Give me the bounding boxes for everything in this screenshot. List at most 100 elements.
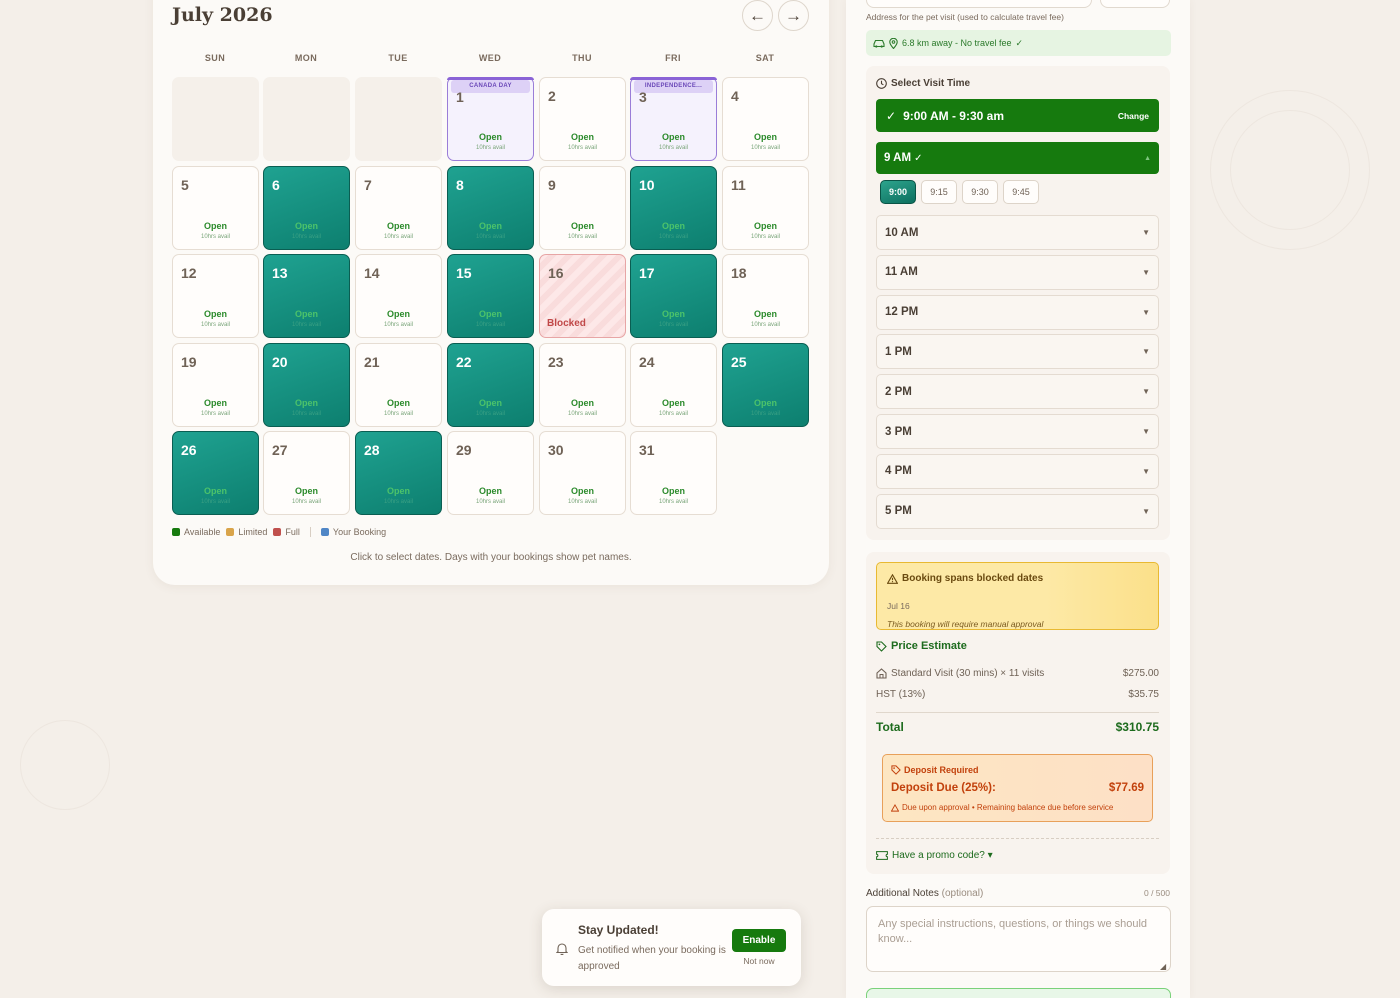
calendar-day[interactable]: 22 Open 10hrs avail [447, 343, 534, 427]
change-time-button[interactable]: Change [1118, 111, 1149, 121]
notes-counter: 0 / 500 [1144, 888, 1170, 898]
minute-option[interactable]: 9:00 [880, 180, 916, 204]
chevron-down-icon: ▼ [1142, 267, 1150, 277]
calendar-day[interactable]: INDEPENDENCE... 3 Open 10hrs avail [630, 77, 717, 161]
availability-status: Open [478, 132, 502, 142]
day-number: 28 [364, 442, 380, 458]
availability-status: Open [386, 309, 410, 319]
calendar-day[interactable]: 8 Open 10hrs avail [447, 166, 534, 250]
calendar-day[interactable]: 30 Open 10hrs avail [539, 431, 626, 515]
legend-label: Your Booking [332, 527, 387, 537]
hour-group-expanded[interactable]: 9 AM ✓ ▲ [876, 142, 1159, 174]
calendar-day[interactable]: 7 Open 10hrs avail [355, 166, 442, 250]
calendar-day[interactable]: 9 Open 10hrs avail [539, 166, 626, 250]
calendar-card: July 2026 ← → SUN MON TUE WED THU FRI SAT CANA… [153, 0, 829, 585]
visit-time-section: Select Visit Time ✓ 9:00 AM - 9:30 am Ch… [866, 66, 1170, 540]
hour-group[interactable]: 4 PM ▼ [876, 453, 1159, 489]
selected-time-bar: ✓ 9:00 AM - 9:30 am Change [876, 99, 1159, 132]
day-number: 26 [181, 442, 197, 458]
calendar-empty-cell [172, 77, 259, 161]
calendar-day[interactable]: 2 Open 10hrs avail [539, 77, 626, 161]
address-field[interactable] [866, 0, 1092, 8]
calendar-day[interactable]: 17 Open 10hrs avail [630, 254, 717, 338]
availability-status: Open [753, 309, 777, 319]
calendar-day: 16 Blocked [539, 254, 626, 338]
hours-available: 10hrs avail [567, 411, 597, 417]
deposit-label: Deposit Due (25%): [891, 782, 996, 794]
bell-icon [556, 943, 568, 955]
day-number: 24 [639, 354, 655, 370]
arrow-left-icon: ← [749, 6, 766, 25]
calendar-day[interactable]: 11 Open 10hrs avail [722, 166, 809, 250]
previous-month-button[interactable]: ← [742, 0, 773, 31]
availability-status: Open [386, 398, 410, 408]
calendar-day[interactable]: 14 Open 10hrs avail [355, 254, 442, 338]
availability-status: Open [203, 309, 227, 319]
visit-time-heading-text: Select Visit Time [891, 78, 971, 89]
notes-textarea[interactable] [866, 906, 1171, 972]
hours-available: 10hrs avail [291, 322, 321, 328]
minute-option[interactable]: 9:30 [962, 180, 998, 204]
calendar-day[interactable]: 24 Open 10hrs avail [630, 343, 717, 427]
day-number: 10 [639, 177, 655, 193]
next-month-button[interactable]: → [778, 0, 809, 31]
weekday-label: TUE [388, 53, 408, 63]
day-number: 12 [181, 265, 197, 281]
availability-status: Open [203, 221, 227, 231]
submit-booking-button[interactable] [866, 988, 1171, 998]
resize-handle-icon[interactable]: ◢ [1160, 962, 1166, 971]
dismiss-toast-button[interactable]: Not now [732, 956, 786, 966]
calendar-day[interactable]: 21 Open 10hrs avail [355, 343, 442, 427]
minute-option[interactable]: 9:45 [1003, 180, 1039, 204]
availability-status: Open [478, 486, 502, 496]
calendar-day[interactable]: 27 Open 10hrs avail [263, 431, 350, 515]
availability-status: Open [570, 486, 594, 496]
unit-field[interactable] [1100, 0, 1170, 8]
divider [876, 838, 1159, 839]
calendar-day[interactable]: 13 Open 10hrs avail [263, 254, 350, 338]
calendar-day[interactable]: 10 Open 10hrs avail [630, 166, 717, 250]
hour-group[interactable]: 1 PM ▼ [876, 334, 1159, 370]
enable-notifications-button[interactable]: Enable [732, 929, 786, 952]
calendar-day[interactable]: CANADA DAY 1 Open 10hrs avail [447, 77, 534, 161]
deposit-required: Deposit Required [891, 765, 979, 775]
calendar-day[interactable]: 6 Open 10hrs avail [263, 166, 350, 250]
chevron-down-icon: ▼ [1142, 506, 1150, 516]
promo-code-label: Have a promo code? ▾ [892, 850, 993, 861]
calendar-day[interactable]: 23 Open 10hrs avail [539, 343, 626, 427]
tax-amount: $35.75 [1128, 689, 1159, 700]
hours-available: 10hrs avail [383, 322, 413, 328]
hour-group[interactable]: 5 PM ▼ [876, 493, 1159, 529]
hour-group[interactable]: 3 PM ▼ [876, 414, 1159, 449]
calendar-day[interactable]: 28 Open 10hrs avail [355, 431, 442, 515]
calendar-day[interactable]: 18 Open 10hrs avail [722, 254, 809, 338]
tax-label: HST (13%) [876, 689, 926, 700]
car-icon [873, 39, 885, 48]
calendar-day[interactable]: 20 Open 10hrs avail [263, 343, 350, 427]
weekday-label: MON [294, 53, 318, 63]
hours-available: 10hrs avail [750, 234, 780, 240]
promo-code-toggle[interactable]: Have a promo code? ▾ [876, 850, 993, 861]
hours-available: 10hrs avail [475, 145, 505, 151]
calendar-day[interactable]: 29 Open 10hrs avail [447, 431, 534, 515]
minute-option[interactable]: 9:15 [921, 180, 957, 204]
hour-group[interactable]: 12 PM ▼ [876, 294, 1159, 330]
day-number: 25 [731, 354, 747, 370]
notes-optional: (optional) [941, 888, 984, 899]
calendar-day[interactable]: 31 Open 10hrs avail [630, 431, 717, 515]
hour-group[interactable]: 11 AM ▼ [876, 254, 1159, 290]
calendar-day[interactable]: 12 Open 10hrs avail [172, 254, 259, 338]
hours-available: 10hrs avail [750, 322, 780, 328]
hour-group[interactable]: 2 PM ▼ [876, 374, 1159, 410]
hour-group[interactable]: 10 AM ▼ [876, 215, 1159, 250]
hour-label: 10 AM [885, 226, 919, 239]
location-pin-icon [889, 37, 898, 49]
house-icon [876, 668, 887, 679]
price-heading-text: Price Estimate [891, 640, 967, 652]
calendar-day[interactable]: 4 Open 10hrs avail [722, 77, 809, 161]
calendar-day[interactable]: 15 Open 10hrs avail [447, 254, 534, 338]
calendar-day[interactable]: 26 Open 10hrs avail [172, 431, 259, 515]
calendar-day[interactable]: 19 Open 10hrs avail [172, 343, 259, 427]
calendar-day[interactable]: 5 Open 10hrs avail [172, 166, 259, 250]
calendar-day[interactable]: 25 Open 10hrs avail [722, 343, 809, 427]
